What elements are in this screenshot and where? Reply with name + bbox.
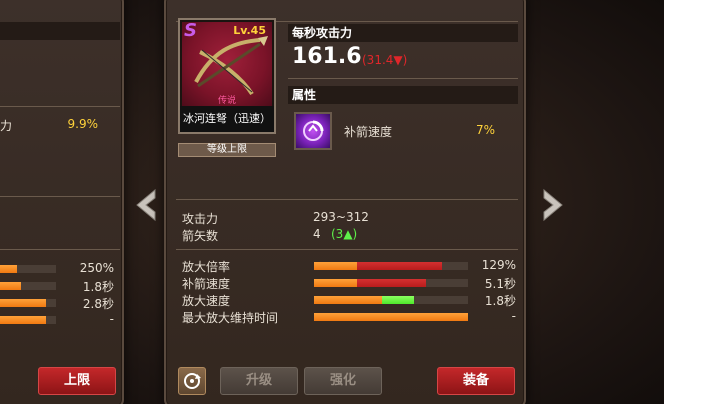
left-bar-value: 1.8秒 bbox=[82, 280, 114, 294]
upgrade-button[interactable]: 升级 bbox=[220, 367, 298, 395]
left-bar-value: 250% bbox=[79, 261, 114, 275]
chevron-right-icon[interactable] bbox=[540, 188, 566, 222]
stat-bonus: (3▲) bbox=[331, 227, 358, 241]
compare-stat-value: - bbox=[511, 309, 516, 323]
left-bar-4 bbox=[0, 316, 56, 324]
enhance-button[interactable]: 强化 bbox=[304, 367, 382, 395]
left-stat-value: 9.9% bbox=[67, 117, 99, 131]
divider bbox=[288, 78, 518, 79]
attribute-heading: 属性 bbox=[288, 86, 518, 104]
divider bbox=[176, 199, 518, 200]
compare-stat-bar bbox=[314, 262, 468, 270]
rank-badge: S bbox=[184, 22, 197, 41]
equip-button[interactable]: 装备 bbox=[437, 367, 515, 395]
bar-fill-base bbox=[314, 296, 382, 304]
divider bbox=[0, 249, 120, 250]
compare-stat-bar bbox=[314, 279, 468, 287]
bar-fill bbox=[0, 282, 22, 290]
left-bar-value: 2.8秒 bbox=[82, 297, 114, 311]
bar-fill-base bbox=[314, 313, 468, 321]
refill-speed-icon bbox=[294, 112, 332, 150]
bar-fill-base bbox=[314, 262, 358, 270]
left-stat-label: 力 bbox=[0, 119, 13, 133]
bar-fill bbox=[0, 265, 17, 273]
compare-stat-bar bbox=[314, 296, 468, 304]
compare-stat-label: 最大放大维持时间 bbox=[182, 311, 279, 325]
stat-value: 4 bbox=[313, 227, 321, 241]
refresh-icon bbox=[184, 373, 201, 389]
item-name: 冰河连弩（迅速） bbox=[180, 106, 274, 132]
compare-stat-label: 放大倍率 bbox=[182, 260, 231, 274]
chevron-left-icon[interactable] bbox=[133, 188, 159, 222]
bar-fill bbox=[0, 316, 46, 324]
item-grade: 传说 bbox=[217, 96, 236, 106]
left-bar-1 bbox=[0, 265, 56, 273]
compare-stat-value: 5.1秒 bbox=[484, 277, 516, 291]
attribute-name: 补箭速度 bbox=[344, 125, 393, 139]
game-stage: 力 9.9% 250% 1.8秒 2.8秒 - 上限 S Lv.45 传说 冰河… bbox=[0, 0, 664, 404]
left-bar-2 bbox=[0, 282, 56, 290]
divider bbox=[0, 106, 120, 107]
level-limit-tag: 等级上限 bbox=[178, 143, 276, 157]
stat-value: 293~312 bbox=[313, 210, 369, 224]
left-panel-header bbox=[0, 22, 120, 40]
divider bbox=[176, 249, 518, 250]
crossbow-icon: S Lv.45 传说 bbox=[182, 22, 272, 106]
compare-stat-value: 129% bbox=[481, 258, 516, 272]
compare-stat-label: 放大速度 bbox=[182, 294, 231, 308]
attribute-value: 7% bbox=[476, 123, 496, 137]
compare-stat-value: 1.8秒 bbox=[484, 294, 516, 308]
left-item-panel: 力 9.9% 250% 1.8秒 2.8秒 - 上限 bbox=[0, 0, 124, 404]
compare-stat-label: 补箭速度 bbox=[182, 277, 231, 291]
item-level: Lv.45 bbox=[233, 24, 266, 37]
bar-fill-base bbox=[314, 279, 358, 287]
dps-diff: (31.4▼) bbox=[362, 53, 408, 67]
stat-label: 攻击力 bbox=[182, 212, 219, 226]
left-bar-3 bbox=[0, 299, 56, 307]
left-bar-value: - bbox=[109, 312, 114, 326]
dps-value: 161.6 bbox=[292, 44, 362, 69]
bar-fill bbox=[0, 299, 46, 307]
compare-button[interactable] bbox=[178, 367, 206, 395]
item-detail-panel: S Lv.45 传说 冰河连弩（迅速） 等级上限 每秒攻击力 161.6 (31… bbox=[164, 0, 526, 404]
limit-button[interactable]: 上限 bbox=[38, 367, 116, 395]
item-card[interactable]: S Lv.45 传说 冰河连弩（迅速） bbox=[178, 18, 276, 134]
divider bbox=[0, 196, 120, 197]
stat-label: 箭矢数 bbox=[182, 229, 219, 243]
swirl-icon bbox=[303, 120, 324, 141]
compare-stat-bar bbox=[314, 313, 468, 321]
dps-heading: 每秒攻击力 bbox=[288, 24, 518, 42]
